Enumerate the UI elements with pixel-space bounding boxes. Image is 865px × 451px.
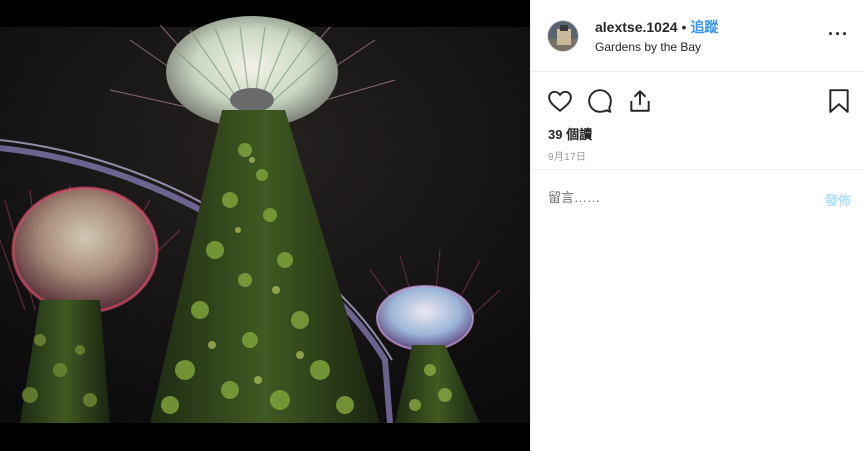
username-link[interactable]: alextse.1024 <box>595 19 678 35</box>
comment-icon[interactable] <box>587 88 613 114</box>
post-image[interactable] <box>0 0 530 451</box>
bookmark-icon[interactable] <box>827 88 851 114</box>
comment-form: 發佈 <box>548 190 851 208</box>
share-icon[interactable] <box>627 88 653 114</box>
post-header-text: alextse.1024 • 追蹤 Gardens by the Bay <box>595 17 718 54</box>
more-options-icon[interactable]: ··· <box>828 24 849 44</box>
follow-button[interactable]: 追蹤 <box>690 17 718 37</box>
post-sidebar: alextse.1024 • 追蹤 Gardens by the Bay ···… <box>530 0 865 451</box>
divider <box>531 169 865 170</box>
separator-dot: • <box>681 19 687 35</box>
comment-input[interactable] <box>548 190 788 205</box>
header-line: alextse.1024 • 追蹤 <box>595 17 718 37</box>
avatar[interactable] <box>547 19 579 52</box>
post-date[interactable]: 9月17日 <box>548 148 586 163</box>
post-header: alextse.1024 • 追蹤 Gardens by the Bay ··· <box>531 0 865 72</box>
avatar-image <box>548 20 578 51</box>
supertree-photo <box>0 0 530 451</box>
action-bar <box>547 88 851 114</box>
view-count[interactable]: 39 個讀 <box>548 124 592 143</box>
post-comment-button[interactable]: 發佈 <box>825 190 851 209</box>
location-link[interactable]: Gardens by the Bay <box>595 40 718 54</box>
heart-icon[interactable] <box>547 88 573 114</box>
